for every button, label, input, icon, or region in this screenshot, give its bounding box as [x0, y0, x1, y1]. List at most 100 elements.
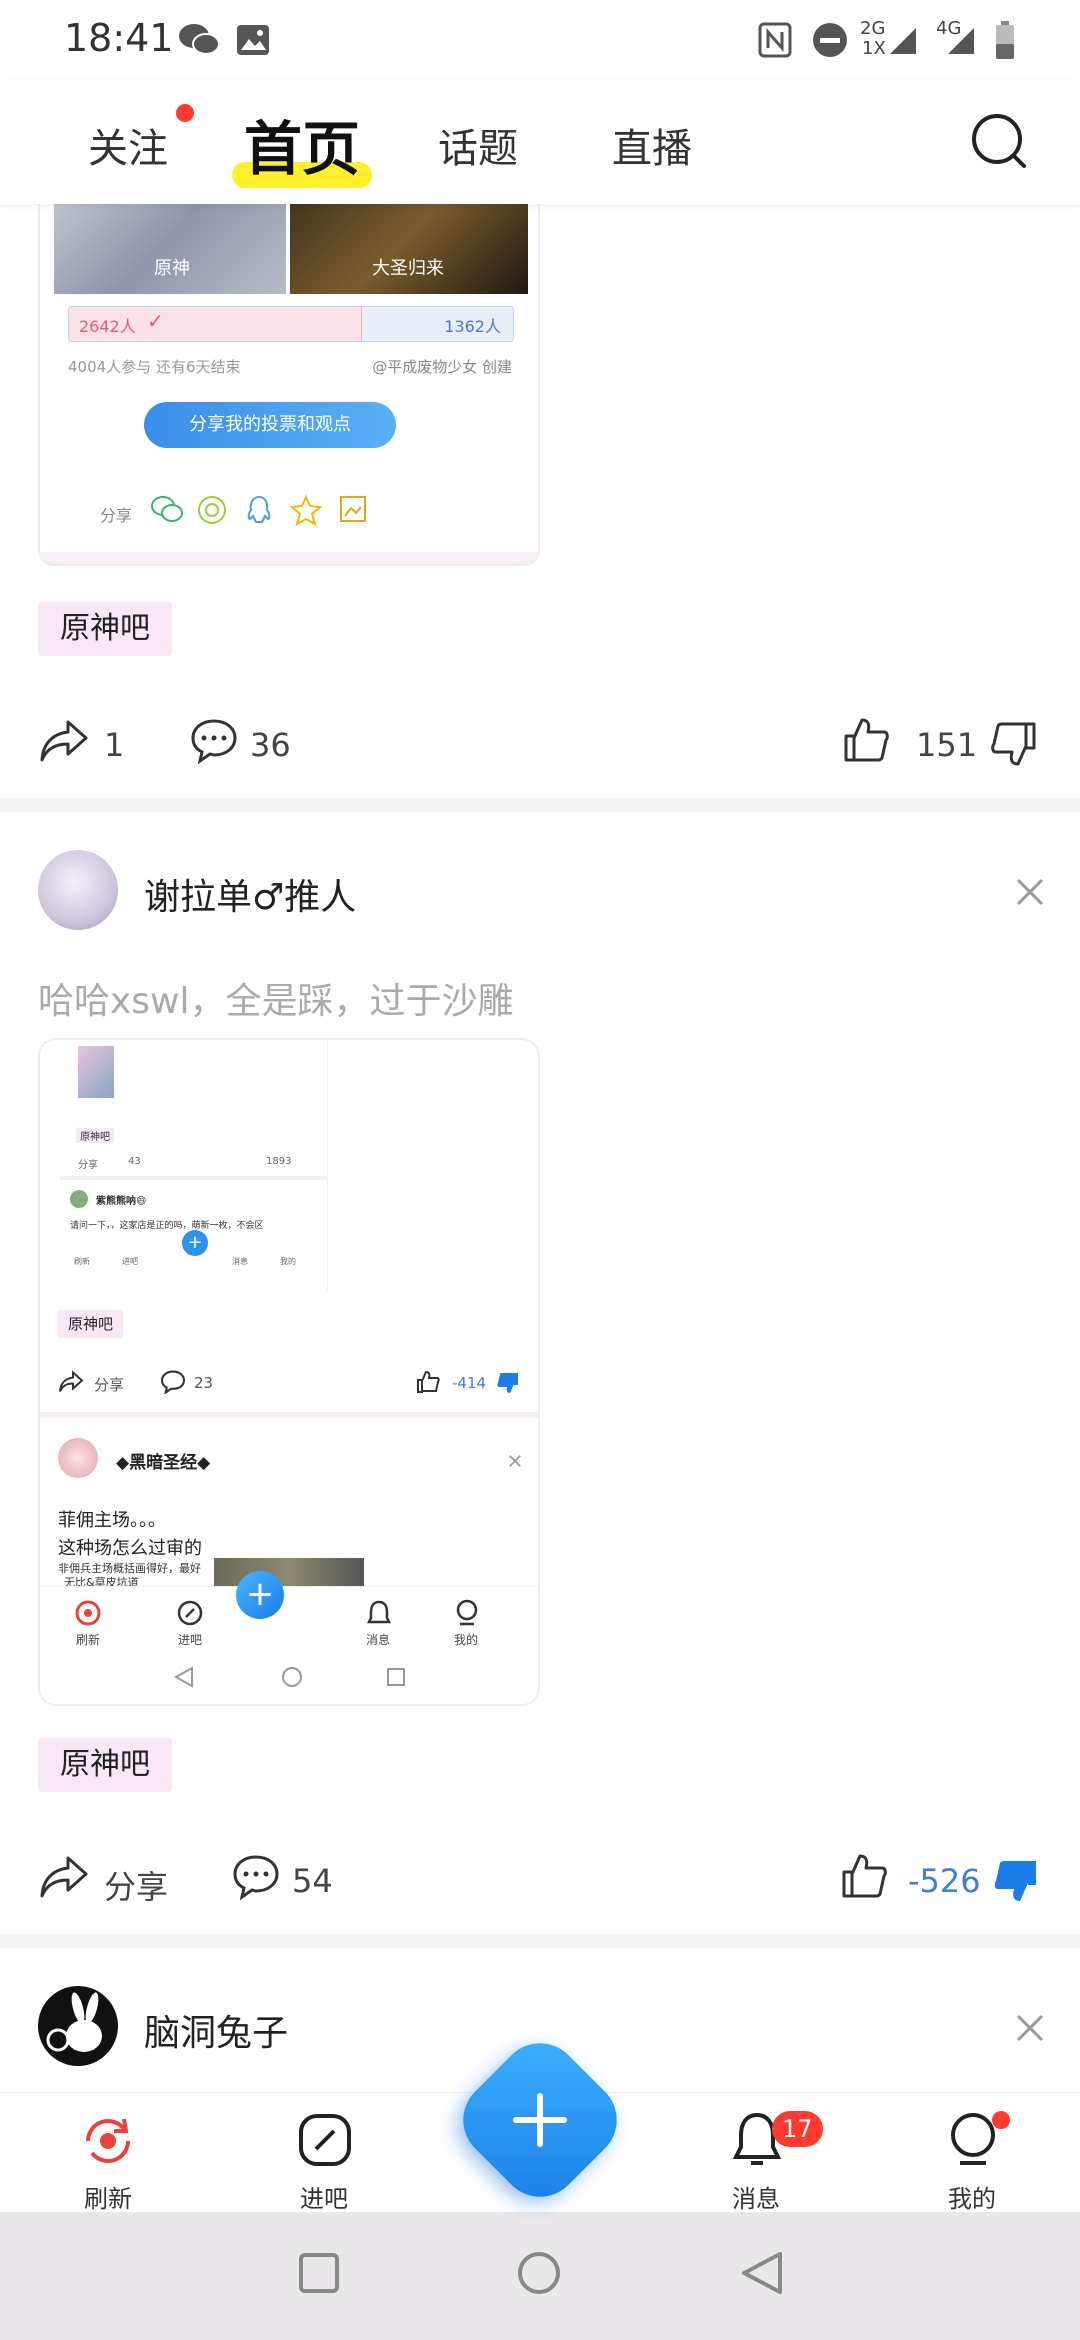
tab-live[interactable]: 直播 — [612, 116, 692, 174]
nav-forum-label: 进吧 — [300, 2185, 348, 2213]
post3-author-name[interactable]: 脑洞兔子 — [144, 2004, 288, 2056]
share-row-label: 分享 — [100, 506, 133, 525]
rabbit-avatar-icon — [46, 1992, 102, 2052]
favorite-share-icon[interactable] — [290, 494, 322, 526]
recents-button-icon[interactable] — [298, 2252, 340, 2294]
mini-nav-3: 消息 — [232, 1257, 248, 1266]
refresh-icon — [86, 2118, 130, 2163]
post2-share-label[interactable]: 分享 — [104, 1862, 168, 1908]
inner-nav-bar: 进吧 — [178, 1633, 203, 1647]
nav-mine-label: 我的 — [948, 2185, 996, 2213]
post-divider-2 — [0, 1934, 1080, 1948]
plus-icon — [513, 2093, 567, 2147]
poll-creator[interactable]: @平成废物少女 创建 — [372, 356, 512, 377]
inner-tag: 原神吧 — [58, 1310, 124, 1338]
poll-share-button[interactable]: 分享我的投票和观点 — [144, 402, 396, 448]
network-2g: 2G — [860, 18, 886, 39]
post1-dislike-icon[interactable] — [990, 720, 1038, 768]
inner-comment-count: 23 — [194, 1374, 214, 1392]
nav-refresh-label: 刷新 — [84, 2185, 132, 2213]
mini-image-thumb — [78, 1046, 114, 1098]
post2-like-icon[interactable] — [840, 1852, 888, 1900]
post2-share-icon[interactable] — [38, 1854, 90, 1900]
back-button-icon[interactable] — [740, 2250, 784, 2296]
tab-home[interactable]: 首页 — [244, 102, 360, 186]
nav-messages-label: 消息 — [732, 2185, 780, 2213]
post2-comment-count: 54 — [292, 1862, 333, 1900]
inner-recents-icon — [387, 1668, 405, 1686]
inner-image-thumb — [214, 1558, 364, 1588]
mini-divider — [60, 1176, 328, 1180]
image-icon — [237, 25, 269, 55]
mine-notification-dot — [992, 2111, 1010, 2129]
nfc-icon — [758, 22, 792, 58]
inner-nav-mine: 我的 — [454, 1633, 479, 1647]
mini-avatar — [70, 1190, 88, 1208]
inner-home-icon — [282, 1667, 302, 1687]
poll-left-label: 原神 — [154, 258, 190, 279]
mini-fab: + — [182, 1230, 208, 1256]
post3-close-icon[interactable] — [1014, 2012, 1046, 2044]
top-tab-bar: 关注 首页 话题 直播 — [0, 80, 1080, 204]
wechat-share-icon[interactable] — [150, 494, 184, 526]
mini-share: 分享 — [78, 1160, 98, 1171]
mini-likes: 1893 — [266, 1156, 292, 1167]
post2-close-icon[interactable] — [1014, 876, 1046, 908]
nav-forum[interactable]: 进吧 — [254, 2093, 394, 2213]
post2-embedded-screenshot[interactable]: 原神吧 分享 43 1893 紫熊熊呐😄 请问一下，，这家店是正的吗，萌新一枚，… — [38, 1038, 540, 1706]
mini-tag: 原神吧 — [76, 1128, 114, 1143]
post2-author-name[interactable]: 谢拉单♂推人 — [144, 868, 356, 920]
inner-comment-icon — [160, 1370, 186, 1394]
inner-fab: + — [236, 1571, 284, 1619]
inner-avatar — [58, 1438, 98, 1478]
nav-refresh[interactable]: 刷新 — [38, 2093, 178, 2213]
compass-icon — [299, 2114, 351, 2166]
inner-divider — [40, 1412, 538, 1418]
moments-share-icon[interactable] — [196, 494, 228, 526]
nav-messages[interactable]: 17 消息 — [686, 2093, 826, 2213]
post1-like-icon[interactable] — [842, 716, 890, 764]
post1-comment-icon[interactable] — [190, 718, 238, 764]
system-navigation-bar — [0, 2212, 1080, 2340]
inner-back-icon — [173, 1666, 193, 1688]
post2-comment-icon[interactable] — [232, 1854, 280, 1900]
inner-mine-icon — [456, 1599, 478, 1626]
poll-card[interactable]: 原神 大圣归来 2642人 ✓ 1362人 4004人参与 还有6天结束 @平成… — [38, 174, 540, 566]
search-icon[interactable] — [970, 112, 1028, 170]
inner-bar-icon — [177, 1600, 203, 1626]
mini-text: 请问一下，，这家店是正的吗，萌新一枚，不会区 — [70, 1221, 264, 1231]
poll-participants: 4004人参与 还有6天结束 — [68, 358, 241, 376]
mini-author: 紫熊熊呐😄 — [96, 1196, 147, 1207]
nav-mine[interactable]: 我的 — [902, 2093, 1042, 2213]
inner-msg-icon — [366, 1600, 392, 1624]
post2-dislike-icon[interactable] — [992, 1856, 1040, 1906]
status-time: 18:41 — [64, 16, 174, 60]
inner-share-label: 分享 — [94, 1376, 125, 1394]
inner-bottom-nav: 刷新 进吧 + 消息 我的 — [40, 1571, 538, 1704]
post1-share-icon[interactable] — [38, 718, 90, 764]
inner-refresh-icon — [75, 1600, 101, 1626]
home-button-icon[interactable] — [516, 2250, 562, 2296]
inner-line-1: 菲佣主场。。。 — [58, 1510, 166, 1531]
qq-share-icon[interactable] — [244, 494, 274, 526]
post1-comment-count: 36 — [250, 726, 291, 764]
tab-follow[interactable]: 关注 — [88, 116, 168, 174]
inner-nav-refresh: 刷新 — [76, 1633, 101, 1647]
inner-close-icon — [509, 1455, 521, 1467]
signal-icon-2 — [948, 28, 974, 54]
poll-bar: 2642人 ✓ 1362人 — [68, 306, 514, 342]
post2-author-avatar[interactable] — [38, 850, 118, 930]
post1-forum-tag[interactable]: 原神吧 — [38, 602, 172, 656]
post1-like-count: 151 — [916, 726, 978, 764]
do-not-disturb-icon — [813, 23, 847, 57]
post-divider — [0, 798, 1080, 812]
poll-left-count: 2642人 — [79, 317, 136, 336]
mini-nav-1: 刷新 — [74, 1257, 90, 1266]
post2-forum-tag[interactable]: 原神吧 — [38, 1738, 172, 1792]
network-1x: 1X — [862, 38, 886, 59]
poll-right-label: 大圣归来 — [372, 258, 444, 279]
save-image-share-icon[interactable] — [338, 494, 368, 524]
mini-preview-area: 原神吧 分享 43 1893 紫熊熊呐😄 请问一下，，这家店是正的吗，萌新一枚，… — [60, 1040, 328, 1290]
post3-author-avatar[interactable] — [38, 1986, 118, 2066]
tab-topics[interactable]: 话题 — [438, 116, 518, 174]
